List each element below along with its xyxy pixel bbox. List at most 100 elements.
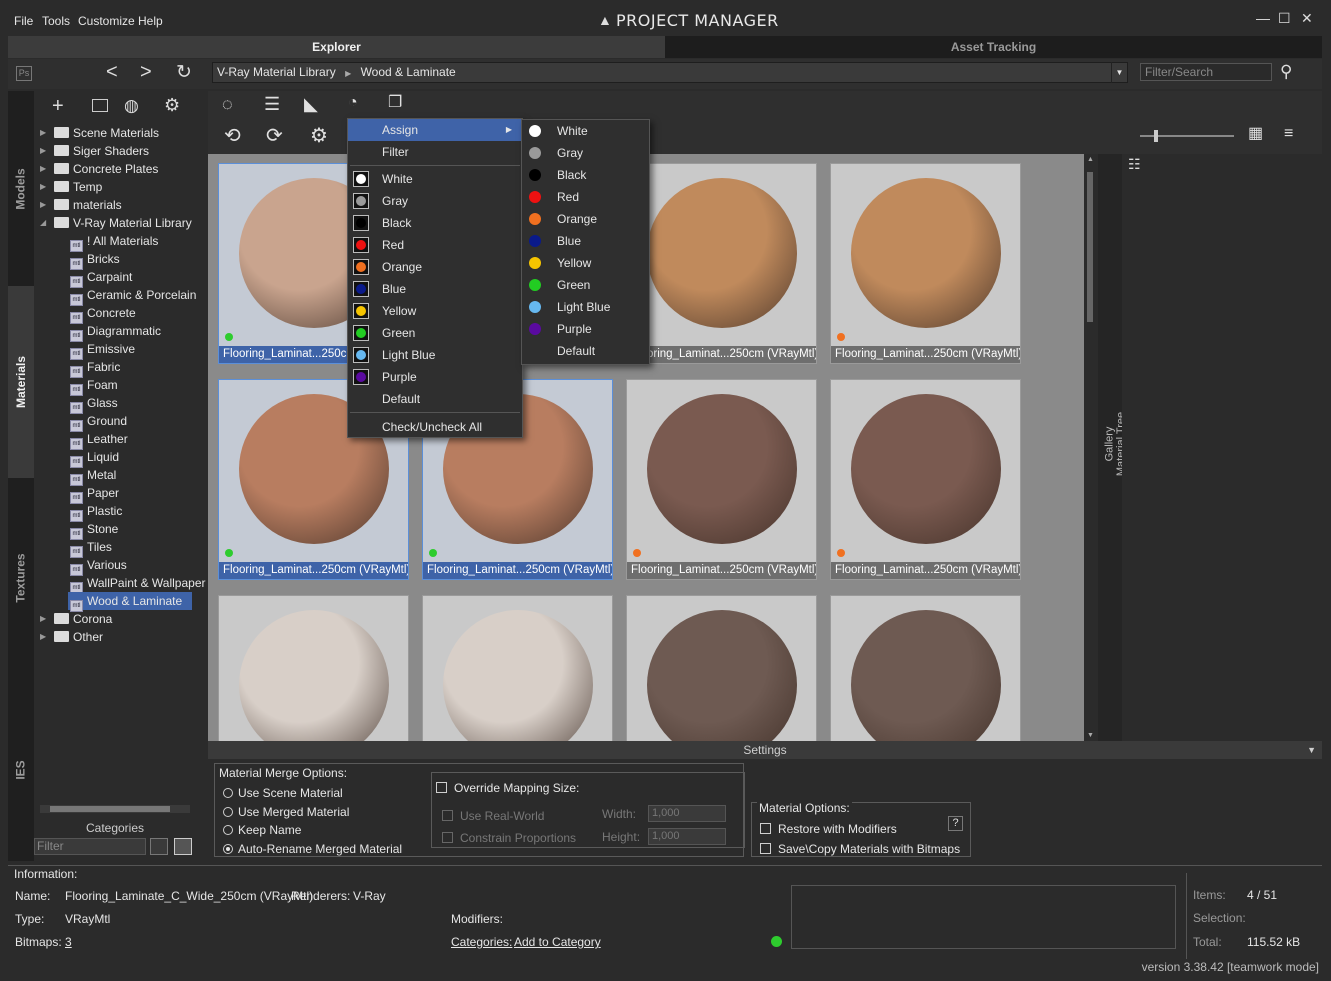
tree-item[interactable]: mtl Tiles bbox=[70, 538, 112, 558]
menu-filter-color[interactable]: Yellow bbox=[348, 300, 522, 322]
gear-icon[interactable]: ⚙ bbox=[164, 95, 180, 116]
tree-item[interactable]: mtl Liquid bbox=[70, 448, 119, 468]
tree-item[interactable]: mtl Leather bbox=[70, 430, 128, 450]
merge-radio[interactable]: Use Scene Material bbox=[223, 786, 343, 800]
override-checkbox[interactable]: Override Mapping Size: bbox=[436, 781, 579, 795]
width-input[interactable]: 1,000 bbox=[648, 805, 726, 822]
menu-tools[interactable]: Tools bbox=[42, 14, 70, 28]
tree-item[interactable]: mtl Carpaint bbox=[70, 268, 132, 288]
close-icon[interactable]: ✕ bbox=[1301, 10, 1313, 27]
height-input[interactable]: 1,000 bbox=[648, 828, 726, 845]
submenu-assign-color[interactable]: Black bbox=[522, 164, 649, 186]
menu-filter-color[interactable]: White bbox=[348, 168, 522, 190]
tab-explorer[interactable]: Explorer bbox=[8, 36, 665, 58]
search-input[interactable]: Filter/Search bbox=[1140, 63, 1272, 81]
tree-item[interactable]: mtl Diagrammatic bbox=[70, 322, 161, 342]
tab-textures[interactable]: Textures bbox=[8, 478, 34, 678]
categories-link[interactable]: Categories: bbox=[451, 935, 512, 949]
zoom-slider[interactable] bbox=[1140, 130, 1234, 142]
tree-item[interactable]: mtl Foam bbox=[70, 376, 118, 396]
ps-icon[interactable]: Ps bbox=[16, 66, 32, 81]
constrain-checkbox[interactable]: Constrain Proportions bbox=[442, 831, 576, 845]
tab-models[interactable]: Models bbox=[8, 91, 34, 286]
material-card[interactable]: Flooring_Laminat...250cm (VRayMtl) bbox=[830, 379, 1021, 580]
menu-customize[interactable]: Customize bbox=[78, 14, 135, 28]
breadcrumb-current[interactable]: Wood & Laminate bbox=[361, 65, 456, 79]
tree-item[interactable]: mtl Paper bbox=[70, 484, 119, 504]
tree-item[interactable]: mtl Plastic bbox=[70, 502, 122, 522]
tree-item[interactable]: mtl Emissive bbox=[70, 340, 135, 360]
tree-folder[interactable]: ▶ materials bbox=[40, 196, 122, 214]
menu-filter-color[interactable]: Purple bbox=[348, 366, 522, 388]
assign-material-icon[interactable]: ⟲ bbox=[224, 126, 241, 146]
categories-filter[interactable]: Filter bbox=[34, 838, 146, 855]
menu-filter-color[interactable]: Light Blue bbox=[348, 344, 522, 366]
tree-item[interactable]: mtl WallPaint & Wallpaper bbox=[70, 574, 206, 594]
menu-assign[interactable]: Assign ▶ bbox=[348, 119, 522, 141]
tab-materials[interactable]: Materials bbox=[8, 286, 34, 478]
grid-view-icon[interactable]: ▦ bbox=[1248, 126, 1263, 142]
submenu-assign-color[interactable]: Blue bbox=[522, 230, 649, 252]
maximize-icon[interactable]: ☐ bbox=[1278, 10, 1291, 27]
submenu-assign-color[interactable]: Red bbox=[522, 186, 649, 208]
material-card[interactable] bbox=[422, 595, 613, 741]
breadcrumb-root[interactable]: V-Ray Material Library bbox=[217, 65, 336, 79]
material-card[interactable]: Flooring_Laminat...250cm (VRayMtl) bbox=[830, 163, 1021, 364]
material-card[interactable] bbox=[830, 595, 1021, 741]
material-card[interactable]: Flooring_Laminat...250cm (VRayMtl) bbox=[626, 379, 817, 580]
submenu-default[interactable]: Default bbox=[522, 340, 649, 362]
submenu-assign-color[interactable]: Green bbox=[522, 274, 649, 296]
submenu-assign-color[interactable]: Purple bbox=[522, 318, 649, 340]
tree-hscroll[interactable] bbox=[40, 805, 190, 813]
submenu-assign-color[interactable]: White bbox=[522, 120, 649, 142]
forward-icon[interactable]: > bbox=[140, 61, 152, 84]
tree-folder[interactable]: ▶ Temp bbox=[40, 178, 102, 196]
tree-item[interactable]: mtl Bricks bbox=[70, 250, 120, 270]
help-button[interactable]: ? bbox=[948, 816, 963, 831]
submenu-assign-color[interactable]: Light Blue bbox=[522, 296, 649, 318]
menu-filter-color[interactable]: Blue bbox=[348, 278, 522, 300]
menu-filter-color[interactable]: Red bbox=[348, 234, 522, 256]
tree-item[interactable]: mtl! All Materials bbox=[70, 232, 158, 252]
breadcrumb[interactable]: V-Ray Material Library ▶ Wood & Laminate… bbox=[212, 62, 1128, 83]
tree-folder[interactable]: ◢ V-Ray Material Library bbox=[40, 214, 192, 232]
menu-file[interactable]: File bbox=[14, 14, 33, 28]
menu-filter-color[interactable]: Green bbox=[348, 322, 522, 344]
material-card[interactable]: Flooring_Laminat...250cm (VRayMtl) bbox=[626, 163, 817, 364]
tree-item[interactable]: mtl Fabric bbox=[70, 358, 120, 378]
tree-item[interactable]: mtl Ceramic & Porcelain bbox=[70, 286, 196, 306]
submenu-assign-color[interactable]: Yellow bbox=[522, 252, 649, 274]
refresh-icon[interactable]: ↻ bbox=[176, 61, 192, 84]
paste-icon[interactable] bbox=[174, 838, 192, 855]
categories-header[interactable]: Categories bbox=[34, 819, 196, 837]
menu-default[interactable]: Default bbox=[348, 388, 522, 410]
tree-folder[interactable]: ▶ Siger Shaders bbox=[40, 142, 149, 160]
tree-folder[interactable]: ▶ Corona bbox=[40, 610, 112, 628]
minimize-icon[interactable]: — bbox=[1256, 10, 1270, 26]
tab-ies[interactable]: IES bbox=[8, 678, 34, 861]
tree-item[interactable]: mtl Stone bbox=[70, 520, 118, 540]
merge-radio[interactable]: Keep Name bbox=[223, 823, 301, 837]
tree-options-icon[interactable]: ☷ bbox=[1128, 156, 1141, 173]
restore-checkbox[interactable]: Restore with Modifiers bbox=[760, 822, 897, 836]
submenu-assign-color[interactable]: Orange bbox=[522, 208, 649, 230]
save-copy-checkbox[interactable]: Save\Copy Materials with Bitmaps bbox=[760, 842, 960, 856]
settings-header[interactable]: Settings ▼ bbox=[208, 741, 1322, 759]
merge-radio[interactable]: Use Merged Material bbox=[223, 805, 349, 819]
info-notes-box[interactable] bbox=[791, 885, 1176, 949]
menu-help[interactable]: Help bbox=[138, 14, 163, 28]
menu-filter-color[interactable]: Gray bbox=[348, 190, 522, 212]
chevron-down-icon[interactable]: ▼ bbox=[1307, 741, 1316, 759]
material-card[interactable] bbox=[626, 595, 817, 741]
tree-folder[interactable]: ▶ Concrete Plates bbox=[40, 160, 158, 178]
window-icon[interactable] bbox=[92, 99, 108, 112]
use-real-world-checkbox[interactable]: Use Real-World bbox=[442, 809, 544, 823]
sort-icon[interactable]: ≡ bbox=[1284, 126, 1293, 142]
add-icon[interactable]: + bbox=[52, 95, 64, 118]
tab-asset-tracking[interactable]: Asset Tracking bbox=[665, 36, 1322, 58]
list-view-icon[interactable]: ☰ bbox=[264, 95, 280, 113]
tree-folder[interactable]: ▶ Other bbox=[40, 628, 103, 646]
tree-folder[interactable]: ▶ Scene Materials bbox=[40, 124, 159, 142]
duplicate-icon[interactable]: ❐ bbox=[388, 95, 402, 111]
merge-radio[interactable]: Auto-Rename Merged Material bbox=[223, 842, 402, 856]
